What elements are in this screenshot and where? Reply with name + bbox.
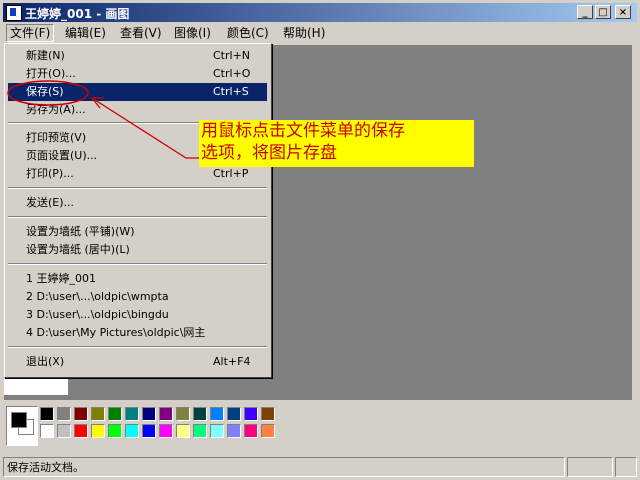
color-swatch[interactable] <box>227 407 241 421</box>
status-bar: 保存活动文档。 <box>0 456 640 480</box>
color-swatch[interactable] <box>108 424 122 438</box>
annotation-line-1: 用鼠标点击文件菜单的保存 <box>201 121 405 141</box>
color-swatch[interactable] <box>40 424 54 438</box>
color-swatch[interactable] <box>176 424 190 438</box>
status-text: 保存活动文档。 <box>3 457 565 477</box>
color-swatch[interactable] <box>57 424 71 438</box>
color-swatch[interactable] <box>108 407 122 421</box>
color-swatch[interactable] <box>244 424 258 438</box>
color-swatch[interactable] <box>244 407 258 421</box>
highlight-ellipse <box>7 80 89 106</box>
color-palette <box>4 403 632 451</box>
foreground-color-swatch <box>11 412 27 428</box>
color-swatch[interactable] <box>125 424 139 438</box>
color-swatch[interactable] <box>210 424 224 438</box>
color-swatch[interactable] <box>91 424 105 438</box>
paint-window: 王婷婷_001 - 画图 _ □ × 文件(F) 编辑(E) 查看(V) 图像(… <box>0 0 640 480</box>
status-pane-coords <box>567 457 613 477</box>
annotation-line-2: 选项，将图片存盘 <box>201 143 337 163</box>
color-swatch[interactable] <box>57 407 71 421</box>
size-grip[interactable] <box>615 457 637 477</box>
color-swatch[interactable] <box>74 407 88 421</box>
color-swatch[interactable] <box>176 407 190 421</box>
color-swatch[interactable] <box>193 407 207 421</box>
color-swatch[interactable] <box>261 407 275 421</box>
color-swatch[interactable] <box>159 407 173 421</box>
color-swatch[interactable] <box>125 407 139 421</box>
color-swatch[interactable] <box>261 424 275 438</box>
current-color-indicator[interactable] <box>6 406 38 446</box>
callout-arrowhead <box>90 97 104 109</box>
color-swatch[interactable] <box>227 424 241 438</box>
annotation-callout: 用鼠标点击文件菜单的保存 选项，将图片存盘 <box>199 120 474 167</box>
color-swatch[interactable] <box>74 424 88 438</box>
color-swatch[interactable] <box>91 407 105 421</box>
callout-pointer-line <box>91 97 199 159</box>
color-swatch[interactable] <box>193 424 207 438</box>
color-swatch[interactable] <box>142 407 156 421</box>
color-swatch[interactable] <box>40 407 54 421</box>
color-swatch[interactable] <box>142 424 156 438</box>
color-swatch[interactable] <box>159 424 173 438</box>
color-swatch[interactable] <box>210 407 224 421</box>
